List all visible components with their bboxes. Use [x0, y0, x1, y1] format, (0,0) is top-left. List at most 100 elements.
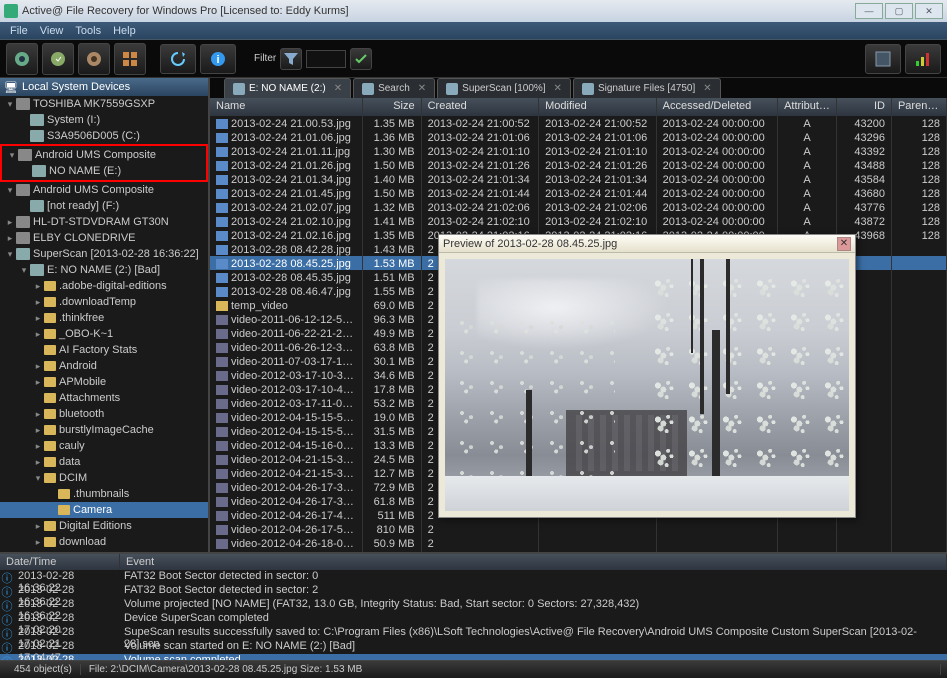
tree-node[interactable]: NO NAME (E:): [2, 163, 206, 179]
info-button[interactable]: i: [200, 44, 236, 74]
refresh-button[interactable]: [160, 44, 196, 74]
hex-view-button[interactable]: [865, 44, 901, 74]
log-row[interactable]: ⓘ2013-02-28 17:02:20Device SuperScan com…: [0, 612, 947, 626]
log-col-datetime[interactable]: Date/Time: [0, 554, 120, 570]
col-parent-id[interactable]: Parent ID: [892, 98, 947, 116]
tree-twisty-icon[interactable]: ▸: [32, 457, 44, 468]
col-attributes[interactable]: Attributes: [778, 98, 837, 116]
tab-close-icon[interactable]: ✕: [703, 83, 711, 94]
maximize-button[interactable]: ▢: [885, 3, 913, 19]
log-col-event[interactable]: Event: [120, 554, 947, 570]
file-row[interactable]: 2013-02-24 21.01.45.jpg1.50 MB2013-02-24…: [210, 186, 947, 200]
tree-node[interactable]: ▾TOSHIBA MK7559GSXP: [0, 96, 208, 112]
tree-twisty-icon[interactable]: ▸: [32, 521, 44, 532]
minimize-button[interactable]: —: [855, 3, 883, 19]
tree-node[interactable]: ▾Android UMS Composite: [2, 147, 206, 163]
tree-twisty-icon[interactable]: ▸: [32, 409, 44, 420]
tree-twisty-icon[interactable]: ▾: [4, 185, 16, 196]
tab-close-icon[interactable]: ✕: [334, 83, 342, 94]
log-header[interactable]: Date/Time Event: [0, 554, 947, 570]
tree-node[interactable]: ▸bluetooth: [0, 406, 208, 422]
tree-twisty-icon[interactable]: ▾: [6, 150, 18, 161]
tab[interactable]: SuperScan [100%]✕: [437, 78, 571, 98]
col-name[interactable]: Name: [210, 98, 363, 116]
menu-view[interactable]: View: [34, 25, 70, 37]
activity-button[interactable]: [905, 44, 941, 74]
tree-node[interactable]: ▸.downloadTemp: [0, 294, 208, 310]
close-button[interactable]: ✕: [915, 3, 943, 19]
scan-button[interactable]: [42, 43, 74, 75]
tree-twisty-icon[interactable]: ▸: [32, 377, 44, 388]
tree-node[interactable]: ▸HL-DT-STDVDRAM GT30N: [0, 214, 208, 230]
tree-twisty-icon[interactable]: ▸: [32, 297, 44, 308]
file-row[interactable]: video-2012-04-26-18-09-55.mp450.9 MB2: [210, 536, 947, 550]
file-row[interactable]: video-2012-04-26-18-30-20.mp416.5 MB2: [210, 550, 947, 552]
preview-close-button[interactable]: ✕: [837, 237, 851, 251]
tree-twisty-icon[interactable]: ▾: [18, 265, 30, 276]
recover-button[interactable]: [6, 43, 38, 75]
log-row[interactable]: ⓘ2013-02-28 17:02:21SupeScan results suc…: [0, 626, 947, 640]
tree-node[interactable]: ▾Android UMS Composite: [0, 182, 208, 198]
file-row[interactable]: 2013-02-24 21.02.07.jpg1.32 MB2013-02-24…: [210, 200, 947, 214]
tree-twisty-icon[interactable]: ▸: [32, 425, 44, 436]
tree-node[interactable]: System (I:): [0, 112, 208, 128]
file-row[interactable]: 2013-02-24 21.01.26.jpg1.50 MB2013-02-24…: [210, 158, 947, 172]
tree-node[interactable]: ▸burstlyImageCache: [0, 422, 208, 438]
superscan-button[interactable]: [78, 43, 110, 75]
log-row[interactable]: ⓘ2013-02-28 16:36:22Volume projected [NO…: [0, 598, 947, 612]
filter-button[interactable]: [280, 48, 302, 70]
menu-help[interactable]: Help: [107, 25, 142, 37]
tree-node[interactable]: [not ready] (F:): [0, 198, 208, 214]
tree-node[interactable]: ▸cauly: [0, 438, 208, 454]
tree-node[interactable]: Attachments: [0, 390, 208, 406]
file-row[interactable]: 2013-02-24 21.00.53.jpg1.35 MB2013-02-24…: [210, 116, 947, 130]
tree-twisty-icon[interactable]: ▸: [32, 361, 44, 372]
tree-twisty-icon[interactable]: ▸: [4, 233, 16, 244]
file-row[interactable]: 2013-02-24 21.01.06.jpg1.36 MB2013-02-24…: [210, 130, 947, 144]
tree-node[interactable]: ▾E: NO NAME (2:) [Bad]: [0, 262, 208, 278]
tree-twisty-icon[interactable]: ▾: [4, 249, 16, 260]
tree-node[interactable]: ▸download: [0, 534, 208, 550]
filter-input[interactable]: [306, 50, 346, 68]
tree-node[interactable]: ▸APMobile: [0, 374, 208, 390]
tree-twisty-icon[interactable]: ▸: [4, 217, 16, 228]
tree-node[interactable]: ▸ELBY CLONEDRIVE: [0, 230, 208, 246]
tree-node[interactable]: S3A9506D005 (C:): [0, 128, 208, 144]
file-row[interactable]: 2013-02-24 21.02.10.jpg1.41 MB2013-02-24…: [210, 214, 947, 228]
tree-twisty-icon[interactable]: ▾: [4, 99, 16, 110]
menu-tools[interactable]: Tools: [69, 25, 107, 37]
col-accessed[interactable]: Accessed/Deleted: [657, 98, 778, 116]
log-row[interactable]: ⓘ2013-02-28 16:36:22FAT32 Boot Sector de…: [0, 584, 947, 598]
organize-button[interactable]: [114, 43, 146, 75]
col-size[interactable]: Size: [363, 98, 422, 116]
tree-node[interactable]: ▸Android: [0, 358, 208, 374]
file-row[interactable]: video-2012-04-26-17-52-06.mp4810 MB2: [210, 522, 947, 536]
tree-twisty-icon[interactable]: ▸: [32, 281, 44, 292]
tab[interactable]: Search✕: [353, 78, 435, 98]
tree-twisty-icon[interactable]: ▸: [32, 441, 44, 452]
tree-node[interactable]: ▾SuperScan [2013-02-28 16:36:22]: [0, 246, 208, 262]
grid-header[interactable]: Name Size Created Modified Accessed/Dele…: [210, 98, 947, 116]
col-id[interactable]: ID: [837, 98, 892, 116]
menu-file[interactable]: File: [4, 25, 34, 37]
log-row[interactable]: ⓘ2013-02-28 16:36:22FAT32 Boot Sector de…: [0, 570, 947, 584]
tree-node[interactable]: .thumbnails: [0, 486, 208, 502]
file-row[interactable]: 2013-02-24 21.01.34.jpg1.40 MB2013-02-24…: [210, 172, 947, 186]
tree-node[interactable]: ▸.adobe-digital-editions: [0, 278, 208, 294]
tree-node[interactable]: ▸data: [0, 454, 208, 470]
tab[interactable]: E: NO NAME (2:)✕: [224, 78, 351, 98]
col-created[interactable]: Created: [422, 98, 540, 116]
tree-twisty-icon[interactable]: ▸: [32, 313, 44, 324]
device-tree[interactable]: ▾TOSHIBA MK7559GSXPSystem (I:)S3A9506D00…: [0, 96, 208, 552]
tree-twisty-icon[interactable]: ▸: [32, 537, 44, 548]
tab-close-icon[interactable]: ✕: [554, 83, 562, 94]
tree-node[interactable]: AI Factory Stats: [0, 342, 208, 358]
log-row[interactable]: ⓘ2013-02-28 17:04:47Volume scan started …: [0, 640, 947, 654]
tab-close-icon[interactable]: ✕: [418, 83, 426, 94]
tree-node[interactable]: Camera: [0, 502, 208, 518]
tree-node[interactable]: ▾DCIM: [0, 470, 208, 486]
tree-node[interactable]: ▸Digital Editions: [0, 518, 208, 534]
tab[interactable]: Signature Files [4750]✕: [573, 78, 721, 98]
preview-header[interactable]: Preview of 2013-02-28 08.45.25.jpg ✕: [439, 235, 855, 253]
col-modified[interactable]: Modified: [539, 98, 657, 116]
